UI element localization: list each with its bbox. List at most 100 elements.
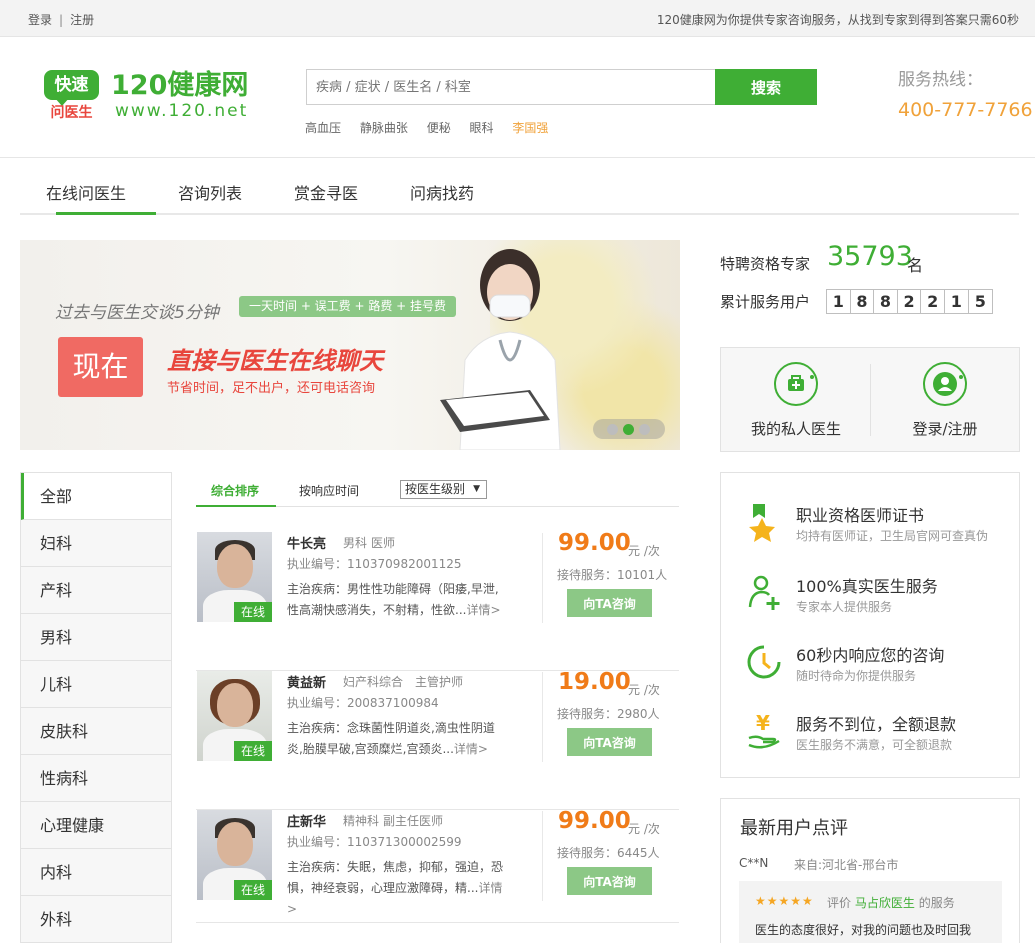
medical-kit-icon [774,362,818,406]
expert-count: 35793 [827,241,913,272]
category-item[interactable]: 内科 [21,849,171,896]
consult-price: 19.00 [558,669,631,695]
counter-digit: 8 [851,290,875,313]
user-plus-icon [748,575,780,610]
logo-badge[interactable]: 快速 问医生 [44,70,99,122]
logo-badge-bottom: 问医生 [50,105,93,121]
top-bar: 登录 | 注册 120健康网为你提供专家咨询服务，从找到专家到得到答案只需60秒 [0,0,1035,37]
private-doctor-button[interactable]: 我的私人医生 [721,362,871,439]
carousel-dot-active[interactable] [623,424,634,435]
service-subtitle: 专家本人提供服务 [796,600,893,614]
review-text: 医生的态度很好，对我的问题也及时回我 [755,923,972,937]
hot-tag[interactable]: 高血压 [305,121,341,135]
served-count: 接待服务：2980人 [557,707,660,721]
ask-doctor-button[interactable]: 向TA咨询 [567,728,652,756]
doctor-photo[interactable]: 在线 [197,810,272,900]
svg-text:¥: ¥ [756,711,770,735]
category-item[interactable]: 皮肤科 [21,708,171,755]
sort-response-tab[interactable]: 按响应时间 [299,482,359,499]
photo-head [217,544,253,588]
served-label: 累计服务用户 [720,293,811,311]
service-subtitle: 医生服务不满意，可全额退款 [796,738,953,752]
category-all[interactable]: 全部 [21,473,171,520]
doctor-dept: 妇产科综合 [343,675,404,689]
hot-tag[interactable]: 便秘 [427,121,451,135]
nav-bounty[interactable]: 赏金寻医 [294,180,358,204]
details-link[interactable]: 详情> [454,742,488,756]
doctor-level-select[interactable]: 按医生级别 ▼ [400,480,487,499]
nav-find-drug[interactable]: 问病找药 [410,180,474,204]
rating-stars-icon: ★★★★★ [755,894,814,908]
review-target: 评价 马占欣医生 的服务 [827,894,955,911]
ask-doctor-button[interactable]: 向TA咨询 [567,867,652,895]
consult-price: 99.00 [558,530,631,556]
promo-banner[interactable]: 过去与医生交谈5分钟 一天时间 + 误工费 + 路费 + 挂号费 现在 直接与医… [20,240,680,450]
hotline-label: 服务热线： [898,70,983,90]
hot-tag-highlighted[interactable]: 李国强 [512,121,548,135]
online-badge: 在线 [234,741,272,761]
category-item[interactable]: 外科 [21,896,171,943]
doctor-card: 在线 牛长亮 男科 医师 执业编号：110370982001125 主治疾病：男… [196,530,679,671]
carousel-dot[interactable] [639,424,650,435]
carousel-dots [593,419,665,439]
card-divider [542,533,543,623]
doctor-card: 在线 黄益新 妇产科综合 主管护师 执业编号：200837100984 主治疾病… [196,669,679,810]
doctor-license: 执业编号：110371300002599 [287,835,462,849]
details-link[interactable]: 详情> [466,603,500,617]
review-suffix: 的服务 [918,896,955,910]
search-button[interactable]: 搜索 [715,69,817,105]
auth-links: 登录 | 注册 [28,11,94,28]
review-prefix: 评价 [827,896,852,910]
user-avatar-icon [923,362,967,406]
carousel-dot[interactable] [607,424,618,435]
hot-tag[interactable]: 静脉曲张 [360,121,408,135]
doctor-name[interactable]: 牛长亮 [287,533,326,552]
banner-now-badge: 现在 [58,337,143,397]
service-guarantees: 职业资格医师证书 均持有医师证，卫生局官网可查真伪 100%真实医生服务 专家本… [720,472,1020,778]
counter-digit: 5 [974,292,986,311]
price-unit: 元 /次 [628,683,660,697]
service-hotline: 服务热线： 400-777-7766 [898,65,1033,121]
category-item[interactable]: 心理健康 [21,802,171,849]
sort-comprehensive-tab[interactable]: 综合排序 [211,482,259,499]
doctor-photo[interactable]: 在线 [197,671,272,761]
search-input[interactable] [306,69,716,105]
register-link[interactable]: 注册 [70,11,94,28]
login-link[interactable]: 登录 [28,11,52,28]
site-url: www.120.net [115,101,249,121]
served-counter: 1 8 8 2 2 1 5 [826,289,994,314]
doctor-name[interactable]: 庄新华 [287,811,326,830]
doctor-specialty: 主治疾病：男性性功能障碍（阳痿,早泄,性高潮快感消失，不射精，性欲...详情> [287,579,509,621]
category-item[interactable]: 儿科 [21,661,171,708]
category-item[interactable]: 男科 [21,614,171,661]
doctor-photo[interactable]: 在线 [197,532,272,622]
reviewer-name: C**N [739,856,769,870]
consult-price: 99.00 [558,808,631,834]
dropdown-arrow-icon: ▼ [473,484,480,494]
service-title: 服务不到位，全额退款 [796,715,957,734]
hot-tag[interactable]: 眼科 [470,121,494,135]
nav-online-doctor[interactable]: 在线问医生 [46,180,126,204]
photo-head [217,683,253,727]
doctor-name[interactable]: 黄益新 [287,672,326,691]
reviewed-doctor-link[interactable]: 马占欣医生 [855,896,915,910]
category-item[interactable]: 妇科 [21,520,171,567]
category-item[interactable]: 性病科 [21,755,171,802]
site-logo[interactable]: 120健康网 www.120.net [111,70,248,120]
user-box: 我的私人医生 登录/注册 [720,347,1020,452]
category-item[interactable]: 产科 [21,567,171,614]
doctor-card: 在线 庄新华 精神科 副主任医师 执业编号：110371300002599 主治… [196,808,679,949]
latest-reviews: 最新用户点评 C**N 来自:河北省-邢台市 ★★★★★ 评价 马占欣医生 的服… [720,798,1020,943]
hotline-number: 400-777-7766 [898,99,1033,121]
service-title: 职业资格医师证书 [796,506,925,525]
served-count: 接待服务：10101人 [557,568,668,582]
expert-label: 特聘资格专家 [720,255,811,273]
reviews-title: 最新用户点评 [740,818,848,839]
expert-unit: 名 [907,256,924,275]
nav-active-indicator [56,212,156,215]
service-title: 60秒内响应您的咨询 [796,646,945,665]
ask-doctor-button[interactable]: 向TA咨询 [567,589,652,617]
nav-consult-list[interactable]: 咨询列表 [178,180,242,204]
login-register-button[interactable]: 登录/注册 [870,362,1020,439]
specialty-text: 主治疾病：失眠，焦虑，抑郁，强迫，恐惧，神经衰弱，心理应激障碍，精... [287,860,504,895]
